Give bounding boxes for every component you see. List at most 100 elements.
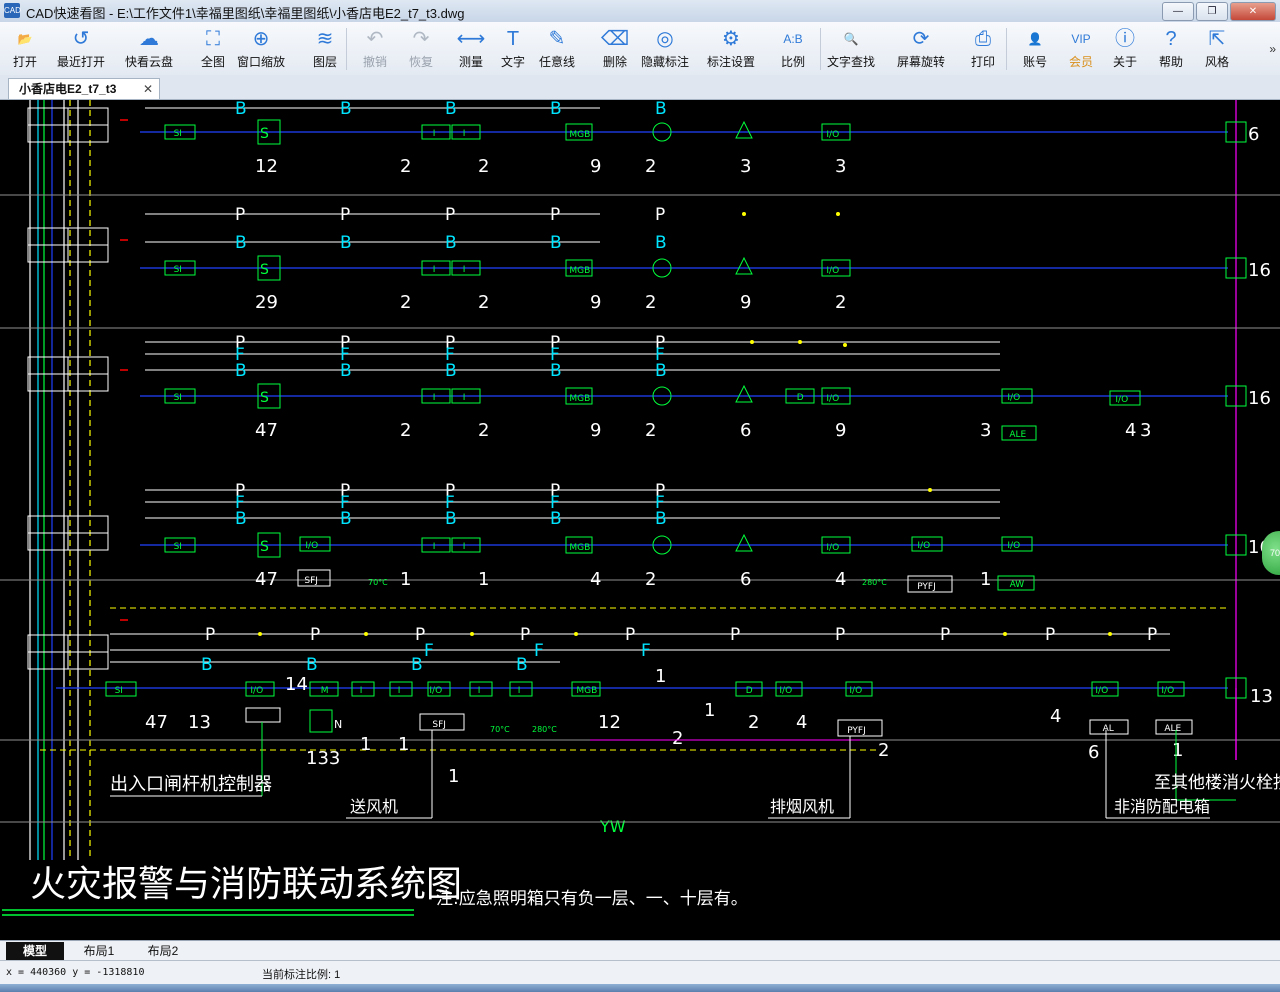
junction-dot [574, 632, 578, 636]
non-fire-panel-label: 非消防配电箱 [1114, 797, 1210, 816]
toolbar-button-2[interactable]: ☁ 快看云盘 [124, 25, 174, 73]
count-label: 2 [400, 292, 411, 313]
toolbar-button-5[interactable]: ≋ 图层 [300, 25, 350, 73]
text-icon: T [506, 28, 520, 50]
toolbar-overflow-button[interactable]: » [1269, 42, 1276, 56]
bus-letter: P [1147, 625, 1157, 645]
hydrant-note-label: 至其他楼消火栓按钮 [1154, 773, 1280, 793]
minimize-button[interactable]: — [1162, 2, 1194, 21]
toolbar-button-21[interactable]: ? 帮助 [1146, 25, 1196, 73]
bus-letter: F [534, 641, 544, 661]
scale-icon: A:B [783, 32, 803, 46]
document-tab[interactable]: 小香店电E2_t7_t3 ✕ [8, 78, 160, 99]
toolbar-button-15[interactable]: 🔍 文字查找 [826, 25, 876, 73]
user-icon: 👤 [1027, 32, 1043, 46]
count-label: 2 [878, 740, 889, 761]
count-label: 2 [645, 292, 656, 313]
bus-letter: P [1045, 625, 1055, 645]
toolbar-button-11[interactable]: ⌫ 删除 [590, 25, 640, 73]
toolbar-button-13[interactable]: ⚙ 标注设置 [706, 25, 756, 73]
device-label-io: I/O [1095, 686, 1108, 696]
bus-letter: F [655, 345, 665, 365]
toolbar-button-22[interactable]: ⇱ 风格 [1192, 25, 1242, 73]
device-box [309, 709, 333, 733]
bus-letter: P [655, 205, 665, 225]
count-label: 9 [590, 156, 601, 177]
toolbar-button-4[interactable]: ⊕ 窗口缩放 [236, 25, 286, 73]
device-label-io: I/O [1115, 395, 1128, 405]
count-label: 29 [255, 292, 278, 313]
layers-icon: ≋ [316, 28, 334, 50]
junction-dot [843, 343, 847, 347]
count-label: 14 [285, 674, 308, 695]
floating-badge[interactable]: 70 [1262, 531, 1280, 575]
vip-icon: VIP [1071, 32, 1091, 46]
toolbar-button-19[interactable]: VIP 会员 [1056, 25, 1106, 73]
toolbar-button-9[interactable]: T 文字 [488, 25, 538, 73]
device-label-d: D [797, 393, 804, 403]
close-icon[interactable]: ✕ [143, 79, 153, 99]
device-label-i: I [360, 686, 363, 696]
count-label: 2 [400, 420, 411, 441]
bus-letter: P [625, 625, 635, 645]
cloud-icon: ☁ [139, 28, 159, 50]
device-box [509, 681, 533, 697]
close-button[interactable]: ✕ [1230, 2, 1276, 21]
bus-letter: F [550, 493, 560, 513]
device-label-si: SI [174, 393, 182, 403]
device-label-i: I [518, 686, 521, 696]
count-label: 1 [448, 766, 459, 787]
style-icon: ⇱ [1208, 28, 1226, 50]
bus-letter: B [340, 233, 352, 253]
info-icon: ⓘ [1115, 28, 1135, 50]
bus-letter: F [340, 493, 350, 513]
count-label: 9 [590, 292, 601, 313]
restore-button[interactable]: ❐ [1196, 2, 1228, 21]
toolbar-button-label: 删除 [602, 55, 627, 69]
bus-letter: F [445, 345, 455, 365]
device-label-i: I [478, 686, 481, 696]
toolbar-button-12[interactable]: ◎ 隐藏标注 [640, 25, 690, 73]
layout-tabs: 模型 布局1 布局2 [0, 940, 1280, 961]
device-label-mgb: MGB [569, 266, 590, 276]
toolbar-button-14[interactable]: A:B 比例 [768, 25, 818, 73]
toolbar-button-1[interactable]: ↺ 最近打开 [56, 25, 106, 73]
device-label-io: I/O [1161, 686, 1174, 696]
toolbar-button-0[interactable]: 📂 打开 [0, 25, 50, 73]
toolbar-button-3[interactable]: ⛶ 全图 [188, 25, 238, 73]
bus-letter: F [424, 641, 434, 661]
cad-drawing[interactable]: B B B B BSI S I I MGB I/O 612 2 2 9 2 3 3P P P P PB B B B BSI S I I… [0, 100, 1280, 940]
count-label: 47 [145, 712, 168, 733]
app-logo-icon: CAD [4, 3, 21, 18]
toolbar-button-20[interactable]: ⓘ 关于 [1100, 25, 1150, 73]
bus-letter: B [445, 233, 457, 253]
annotation-scale: 当前标注比例: 1 [262, 969, 341, 981]
sounder-icon [735, 384, 753, 403]
count-label: 2 [478, 292, 489, 313]
drawing-title: 火灾报警与消防联动系统图 [30, 864, 462, 905]
toolbar-button-10[interactable]: ✎ 任意线 [532, 25, 582, 73]
settings-gear-icon: ⚙ [722, 28, 740, 50]
junction-dot [928, 488, 932, 492]
toolbar-button-18[interactable]: 👤 账号 [1010, 25, 1060, 73]
drawing-canvas[interactable]: B B B B B SI S I I MGB I/O 6 12 2 2 9 2 3 3 P P P P P B B B B B SI S I I… [0, 100, 1280, 940]
count-label: 1 [400, 569, 411, 590]
device-label-mgb: MGB [569, 394, 590, 404]
speaker-symbol: S [260, 126, 269, 142]
toolbar-button-6[interactable]: ↶ 撤销 [350, 25, 400, 73]
junction-dot [364, 632, 368, 636]
bus-letter: B [306, 655, 318, 675]
count-label: 2 [835, 292, 846, 313]
layout-tab-1[interactable]: 布局1 [70, 942, 128, 960]
layout-tab-2[interactable]: 布局2 [134, 942, 192, 960]
toolbar-button-label: 关于 [1112, 55, 1137, 69]
count-label: 6 [740, 569, 751, 590]
count-label: 12 [598, 712, 621, 733]
device-label-mgb: MGB [569, 543, 590, 553]
cursor-coordinates: x = 440360 y = -1318810 [6, 967, 145, 978]
toolbar-button-16[interactable]: ⟳ 屏幕旋转 [896, 25, 946, 73]
bus-letter: F [235, 345, 245, 365]
toolbar-button-17[interactable]: ⎙ 打印 [958, 25, 1008, 73]
toolbar-button-7[interactable]: ↷ 恢复 [396, 25, 446, 73]
layout-tab-0[interactable]: 模型 [6, 942, 64, 960]
